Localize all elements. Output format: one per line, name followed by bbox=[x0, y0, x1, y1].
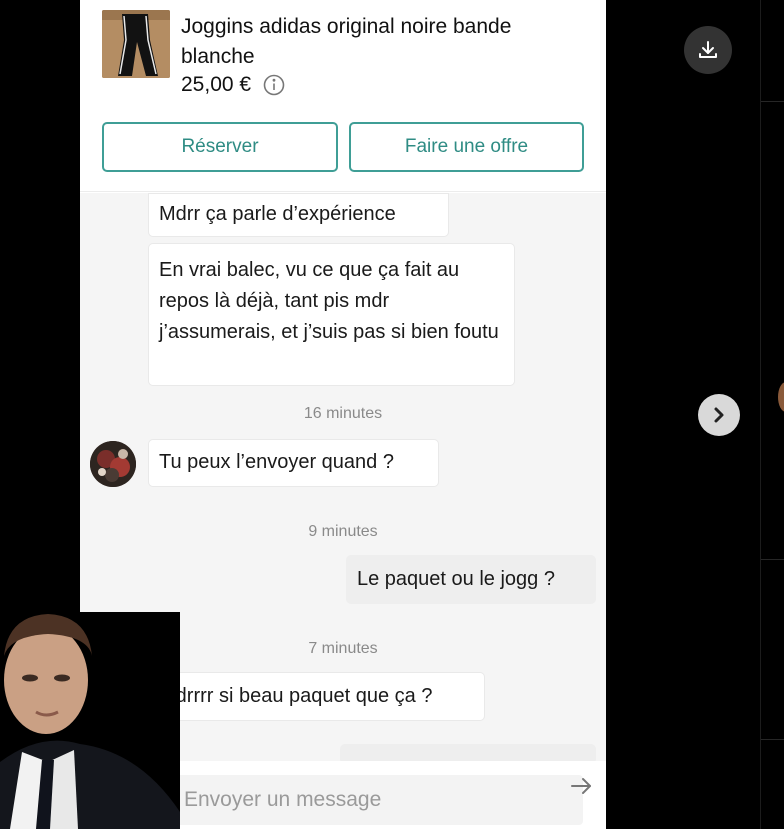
download-icon bbox=[696, 38, 720, 62]
message-bubble-incoming: En vrai balec, vu ce que ça fait au repo… bbox=[148, 243, 515, 386]
message-bubble-incoming: Mdrr ça parle d’expérience bbox=[148, 193, 449, 237]
message-bubble-outgoing: Le paquet ou le jogg ? bbox=[346, 555, 596, 604]
message-input-placeholder: Envoyer un message bbox=[184, 788, 382, 811]
adjacent-panel-edge bbox=[760, 0, 784, 829]
sender-avatar[interactable] bbox=[90, 441, 136, 487]
arrow-right-icon[interactable] bbox=[570, 775, 592, 797]
item-title[interactable]: Joggins adidas original noire bande blan… bbox=[181, 12, 561, 72]
info-icon[interactable] bbox=[263, 74, 285, 96]
overlay-portrait-image bbox=[0, 612, 180, 829]
chevron-right-icon bbox=[709, 405, 729, 425]
item-thumbnail[interactable] bbox=[102, 10, 170, 78]
message-timestamp: 9 minutes bbox=[308, 523, 378, 540]
item-price: 25,00 € bbox=[181, 73, 252, 96]
media-viewer: Joggins adidas original noire bande blan… bbox=[0, 0, 784, 829]
make-offer-button[interactable]: Faire une offre bbox=[349, 122, 584, 172]
reserve-button[interactable]: Réserver bbox=[102, 122, 338, 172]
message-bubble-incoming: Mdrrrr si beau paquet que ça ? bbox=[148, 672, 485, 721]
download-button[interactable] bbox=[684, 26, 732, 74]
next-button[interactable] bbox=[698, 394, 740, 436]
message-bubble-incoming: Tu peux l’envoyer quand ? bbox=[148, 439, 439, 487]
message-timestamp: 16 minutes bbox=[303, 405, 383, 422]
item-header: Joggins adidas original noire bande blan… bbox=[80, 0, 606, 192]
message-input[interactable]: Envoyer un message bbox=[170, 775, 583, 825]
item-price-row: 25,00 € bbox=[181, 73, 285, 97]
